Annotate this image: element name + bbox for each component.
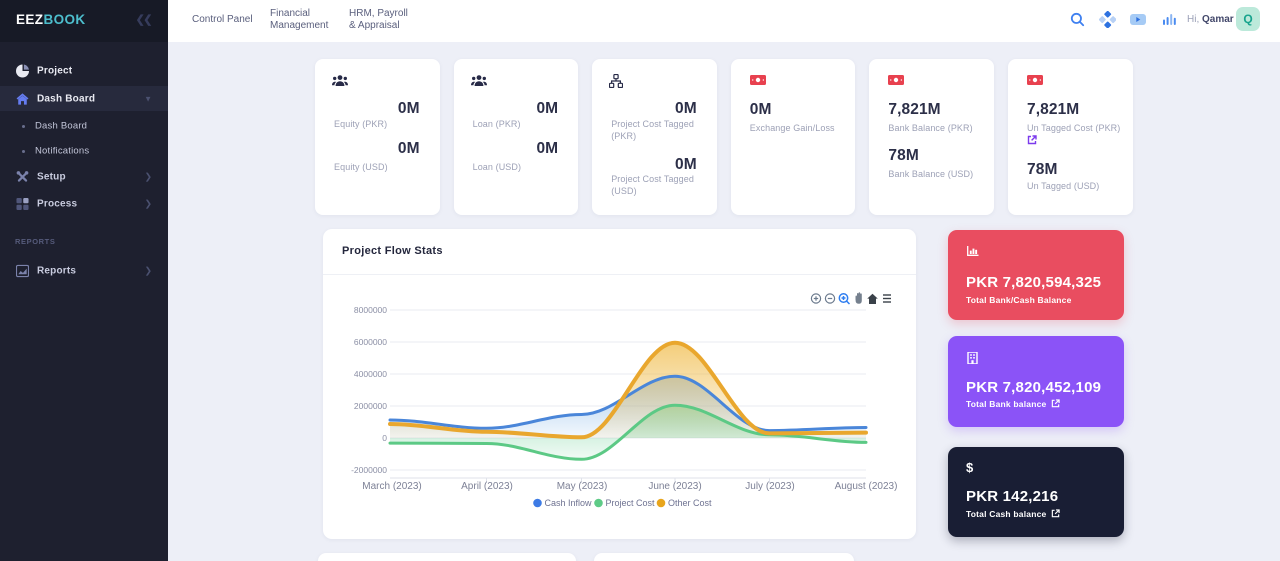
svg-text:June (2023): June (2023) xyxy=(648,481,701,492)
svg-text:-2000000: -2000000 xyxy=(351,465,387,475)
svg-text:Project Cost: Project Cost xyxy=(606,498,656,508)
svg-text:2000000: 2000000 xyxy=(354,401,387,411)
svg-text:July (2023): July (2023) xyxy=(745,481,794,492)
svg-text:Other Cost: Other Cost xyxy=(668,498,712,508)
svg-text:0: 0 xyxy=(382,433,387,443)
svg-text:4000000: 4000000 xyxy=(354,369,387,379)
svg-text:Cash Inflow: Cash Inflow xyxy=(545,498,593,508)
svg-text:April (2023): April (2023) xyxy=(461,481,513,492)
svg-text:6000000: 6000000 xyxy=(354,337,387,347)
svg-text:March (2023): March (2023) xyxy=(362,481,421,492)
svg-text:8000000: 8000000 xyxy=(354,305,387,315)
svg-text:August (2023): August (2023) xyxy=(835,481,898,492)
svg-text:May (2023): May (2023) xyxy=(557,481,608,492)
